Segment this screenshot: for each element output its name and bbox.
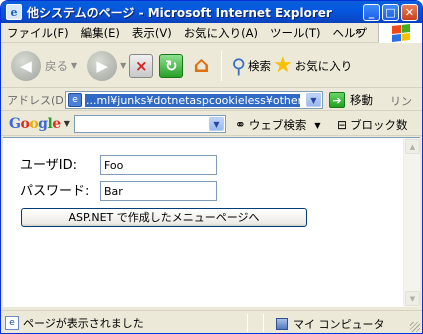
password-row: パスワード: — [20, 180, 89, 199]
maximize-button[interactable]: □ — [382, 4, 399, 21]
window-title: 他システムのページ - Microsoft Internet Explorer — [27, 5, 332, 20]
popup-block-button[interactable]: ⊟ ブロック数 — [337, 117, 408, 133]
favorites-button-label[interactable]: お気に入り — [295, 58, 353, 74]
menu-bar: ファイル(F) 編集(E) 表示(V) お気に入り(A) ツール(T) ヘルプ … — [1, 23, 422, 43]
status-divider — [247, 314, 248, 332]
google-search-dropdown-arrow-icon[interactable]: ▼ — [314, 121, 320, 130]
security-zone[interactable]: マイ コンピュータ — [276, 316, 385, 332]
html-page-icon: e — [68, 93, 82, 107]
userid-input[interactable] — [100, 155, 217, 175]
refresh-icon[interactable]: ↻ — [159, 53, 184, 78]
binoculars-icon: ⚭ — [235, 117, 246, 133]
back-dropdown-icon[interactable]: ▼ — [71, 61, 77, 70]
google-web-search-label: ウェブ検索 — [248, 118, 307, 132]
window-controls: _ □ ✕ — [363, 4, 418, 21]
zone-label: マイ コンピュータ — [293, 318, 385, 331]
stop-icon[interactable]: × — [129, 53, 154, 78]
userid-label: ユーザID: — [20, 158, 77, 173]
status-bar: e ページが表示されました マイ コンピュータ — [1, 310, 422, 333]
google-menu-dropdown-icon[interactable]: ▼ — [64, 119, 70, 128]
standard-toolbar: ◀ 戻る ▼ ▶ ▼ × ↻ ⌂ ⚲ 検索 ★ お気に入り — [1, 44, 422, 88]
popup-block-icon: ⊟ — [337, 118, 348, 132]
title-bar[interactable]: e 他システムのページ - Microsoft Internet Explore… — [1, 1, 422, 23]
address-dropdown-icon[interactable]: ▼ — [306, 93, 321, 107]
favorites-star-icon[interactable]: ★ — [273, 53, 293, 78]
page-done-icon: e — [5, 315, 19, 330]
google-web-search-button[interactable]: ⚭ ウェブ検索 ▼ — [235, 117, 321, 133]
google-search-dropdown-icon[interactable]: ▼ — [209, 117, 224, 131]
menu-help[interactable]: ヘルプ — [327, 25, 374, 41]
go-button[interactable]: ➔ 移動 — [329, 92, 373, 108]
google-logo[interactable]: Google — [9, 116, 61, 132]
windows-logo-icon — [378, 23, 422, 43]
address-label: アドレス(D) — [7, 93, 69, 107]
forward-dropdown-icon[interactable]: ▼ — [120, 61, 126, 70]
close-button[interactable]: ✕ — [401, 4, 418, 21]
address-field[interactable]: e ...ml¥junks¥dotnetaspcookieless¥other.… — [65, 91, 323, 109]
back-arrow-icon[interactable]: ◀ — [11, 50, 41, 81]
menu-tools[interactable]: ツール(T) — [264, 25, 327, 41]
go-label: 移動 — [350, 93, 373, 107]
address-bar: アドレス(D) e ...ml¥junks¥dotnetaspcookieles… — [1, 89, 422, 124]
back-label[interactable]: 戻る — [45, 58, 68, 74]
google-search-input[interactable]: ▼ — [74, 115, 226, 133]
status-divider — [263, 314, 264, 332]
search-magnifier-icon[interactable]: ⚲ — [231, 54, 246, 78]
forward-arrow-icon[interactable]: ▶ — [87, 50, 118, 81]
menu-edit[interactable]: 編集(E) — [75, 25, 126, 41]
menu-favorites[interactable]: お気に入り(A) — [178, 25, 264, 41]
toolbar-separator — [221, 50, 223, 81]
userid-row: ユーザID: — [20, 154, 77, 173]
address-url[interactable]: ...ml¥junks¥dotnetaspcookieless¥other.ht… — [85, 93, 300, 107]
password-input[interactable] — [100, 181, 217, 201]
menu-file[interactable]: ファイル(F) — [1, 25, 75, 41]
popup-block-label: ブロック数 — [350, 118, 408, 132]
google-toolbar: Google ▼ ▼ ⚭ ウェブ検索 ▼ ⊟ ブロック数 — [1, 112, 422, 136]
menu-view[interactable]: 表示(V) — [126, 25, 178, 41]
search-button-label[interactable]: 検索 — [248, 58, 271, 74]
scroll-up-icon[interactable]: ▲ — [405, 139, 420, 154]
submit-button[interactable]: ASP.NET で作成したメニューページへ — [21, 208, 307, 227]
go-arrow-icon: ➔ — [329, 92, 345, 108]
password-label: パスワード: — [20, 184, 90, 199]
browser-window: e 他システムのページ - Microsoft Internet Explore… — [0, 0, 423, 334]
scroll-down-icon[interactable]: ▼ — [405, 291, 420, 306]
status-text: ページが表示されました — [23, 316, 144, 330]
page-content: ユーザID: パスワード: ASP.NET で作成したメニューページへ ▲ ▼ — [3, 137, 420, 307]
resize-grip-icon[interactable] — [410, 322, 420, 332]
vertical-scrollbar[interactable]: ▲ ▼ — [403, 138, 420, 307]
menu-overflow-chevron-icon[interactable]: » — [355, 25, 362, 38]
home-icon[interactable]: ⌂ — [189, 53, 213, 78]
minimize-button[interactable]: _ — [363, 4, 380, 21]
my-computer-icon — [276, 318, 288, 330]
ie-page-icon: e — [6, 4, 22, 20]
